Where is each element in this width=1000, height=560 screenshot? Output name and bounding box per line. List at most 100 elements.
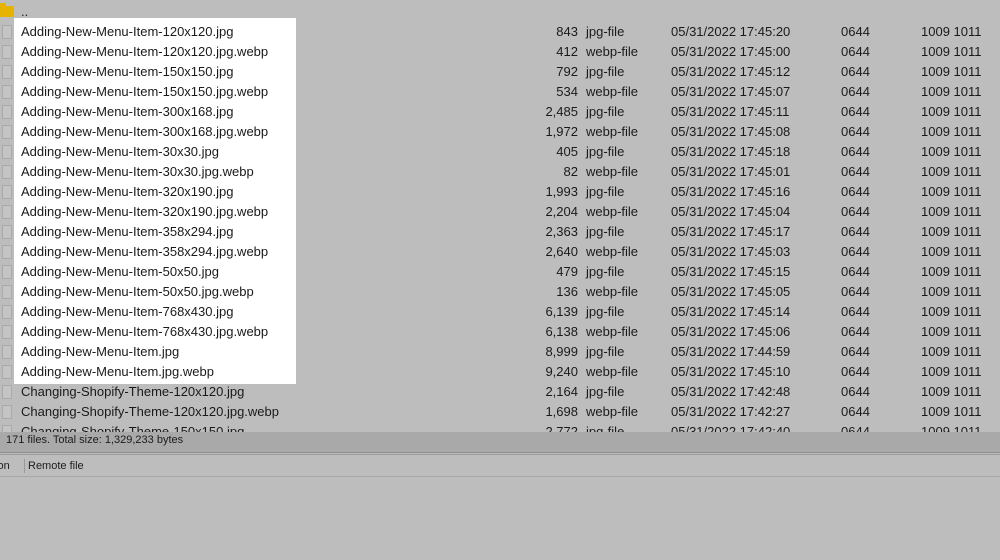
file-modified: 05/31/2022 17:45:12 bbox=[671, 64, 791, 79]
status-bar: 171 files. Total size: 1,329,233 bytes bbox=[0, 432, 1000, 452]
file-size: 1,972 bbox=[545, 124, 578, 139]
file-type: webp-file bbox=[586, 364, 639, 379]
file-name: Adding-New-Menu-Item-300x168.jpg bbox=[21, 104, 234, 119]
file-permissions: 0644 bbox=[841, 104, 870, 119]
file-modified: 05/31/2022 17:45:00 bbox=[671, 44, 791, 59]
file-type: webp-file bbox=[586, 244, 639, 259]
parent-directory-label: .. bbox=[21, 4, 29, 19]
file-modified: 05/31/2022 17:45:07 bbox=[671, 84, 791, 99]
file-name: Adding-New-Menu-Item-320x190.jpg.webp bbox=[21, 204, 269, 219]
file-row[interactable]: Changing-Shopify-Theme-120x120.jpg 2,164 j… bbox=[0, 382, 1000, 402]
file-icon bbox=[2, 405, 12, 419]
queue-column-remote-file[interactable]: Remote file bbox=[28, 456, 84, 476]
file-name: Adding-New-Menu-Item-50x50.jpg bbox=[21, 264, 219, 279]
file-row[interactable]: Adding-New-Menu-Item-320x190.jpg.webp 2,2… bbox=[0, 202, 1000, 222]
file-name: Adding-New-Menu-Item.jpg.webp bbox=[21, 364, 214, 379]
file-modified: 05/31/2022 17:42:48 bbox=[671, 384, 791, 399]
file-icon bbox=[2, 385, 12, 399]
parent-directory-row[interactable]: .. bbox=[0, 2, 1000, 22]
file-type: jpg-file bbox=[586, 344, 625, 359]
file-modified: 05/31/2022 17:45:17 bbox=[671, 224, 791, 239]
file-type: jpg-file bbox=[586, 264, 625, 279]
status-text: 171 files. Total size: 1,329,233 bytes bbox=[6, 434, 184, 446]
file-name: Adding-New-Menu-Item-768x430.jpg bbox=[21, 304, 234, 319]
file-size: 534 bbox=[556, 84, 578, 99]
file-modified: 05/31/2022 17:45:01 bbox=[671, 164, 791, 179]
file-size: 9,240 bbox=[545, 364, 578, 379]
file-size: 2,164 bbox=[545, 384, 578, 399]
remote-file-list[interactable]: .. Adding-New-Menu-Item-120x120.jpg 843 jp… bbox=[0, 0, 1000, 432]
file-row[interactable]: Adding-New-Menu-Item-30x30.jpg.webp 82 web… bbox=[0, 162, 1000, 182]
file-modified: 05/31/2022 17:45:06 bbox=[671, 324, 791, 339]
file-icon bbox=[2, 105, 12, 119]
file-icon bbox=[2, 165, 12, 179]
transfer-queue-header: tion Remote file bbox=[0, 456, 1000, 477]
file-row[interactable]: Adding-New-Menu-Item-768x430.jpg 6,139 jpg… bbox=[0, 302, 1000, 322]
file-owner-group: 1009 1011 bbox=[921, 184, 982, 199]
file-owner-group: 1009 1011 bbox=[921, 204, 982, 219]
file-icon bbox=[2, 325, 12, 339]
file-row[interactable]: Adding-New-Menu-Item-150x150.jpg.webp 534… bbox=[0, 82, 1000, 102]
file-row[interactable]: Adding-New-Menu-Item.jpg 8,999 jpg-file 05/… bbox=[0, 342, 1000, 362]
pane-divider[interactable] bbox=[0, 452, 1000, 453]
file-icon bbox=[2, 205, 12, 219]
file-row[interactable]: Adding-New-Menu-Item-50x50.jpg.webp 136 we… bbox=[0, 282, 1000, 302]
file-owner-group: 1009 1011 bbox=[921, 44, 982, 59]
file-row[interactable]: Changing-Shopify-Theme-120x120.jpg.webp 1… bbox=[0, 402, 1000, 422]
file-type: jpg-file bbox=[586, 424, 625, 432]
file-icon bbox=[2, 125, 12, 139]
file-owner-group: 1009 1011 bbox=[921, 404, 982, 419]
file-row[interactable]: Adding-New-Menu-Item-120x120.jpg.webp 412… bbox=[0, 42, 1000, 62]
file-owner-group: 1009 1011 bbox=[921, 324, 982, 339]
file-row[interactable]: Adding-New-Menu-Item-358x294.jpg.webp 2,6… bbox=[0, 242, 1000, 262]
file-type: jpg-file bbox=[586, 64, 625, 79]
file-icon bbox=[2, 345, 12, 359]
file-size: 2,772 bbox=[545, 424, 578, 432]
file-name: Adding-New-Menu-Item-120x120.jpg bbox=[21, 24, 234, 39]
file-row[interactable]: Adding-New-Menu-Item-50x50.jpg 479 jpg-fil… bbox=[0, 262, 1000, 282]
file-type: jpg-file bbox=[586, 224, 625, 239]
file-type: jpg-file bbox=[586, 144, 625, 159]
file-row[interactable]: Adding-New-Menu-Item.jpg.webp 9,240 webp-f… bbox=[0, 362, 1000, 382]
file-modified: 05/31/2022 17:42:40 bbox=[671, 424, 791, 432]
file-permissions: 0644 bbox=[841, 364, 870, 379]
file-icon bbox=[2, 265, 12, 279]
file-name: Adding-New-Menu-Item-120x120.jpg.webp bbox=[21, 44, 269, 59]
file-name: Adding-New-Menu-Item-150x150.jpg.webp bbox=[21, 84, 269, 99]
file-row[interactable]: Adding-New-Menu-Item-768x430.jpg.webp 6,1… bbox=[0, 322, 1000, 342]
file-owner-group: 1009 1011 bbox=[921, 224, 982, 239]
file-type: webp-file bbox=[586, 84, 639, 99]
file-icon bbox=[2, 305, 12, 319]
file-icon bbox=[2, 365, 12, 379]
file-row[interactable]: Adding-New-Menu-Item-300x168.jpg.webp 1,9… bbox=[0, 122, 1000, 142]
file-size: 2,363 bbox=[545, 224, 578, 239]
file-permissions: 0644 bbox=[841, 344, 870, 359]
file-type: jpg-file bbox=[586, 304, 625, 319]
file-owner-group: 1009 1011 bbox=[921, 164, 982, 179]
file-permissions: 0644 bbox=[841, 224, 870, 239]
file-size: 6,139 bbox=[545, 304, 578, 319]
file-type: webp-file bbox=[586, 324, 639, 339]
file-icon bbox=[2, 185, 12, 199]
file-owner-group: 1009 1011 bbox=[921, 84, 982, 99]
file-modified: 05/31/2022 17:45:05 bbox=[671, 284, 791, 299]
file-permissions: 0644 bbox=[841, 24, 870, 39]
queue-column-direction[interactable]: tion bbox=[0, 456, 10, 476]
file-row[interactable]: Adding-New-Menu-Item-320x190.jpg 1,993 jpg… bbox=[0, 182, 1000, 202]
file-permissions: 0644 bbox=[841, 264, 870, 279]
file-icon bbox=[2, 45, 12, 59]
file-permissions: 0644 bbox=[841, 244, 870, 259]
file-icon bbox=[2, 25, 12, 39]
file-row[interactable]: Changing-Shopify-Theme-150x150.jpg 2,772 j… bbox=[0, 422, 1000, 432]
file-type: webp-file bbox=[586, 404, 639, 419]
file-type: jpg-file bbox=[586, 184, 625, 199]
file-row[interactable]: Adding-New-Menu-Item-150x150.jpg 792 jpg-f… bbox=[0, 62, 1000, 82]
file-permissions: 0644 bbox=[841, 284, 870, 299]
file-owner-group: 1009 1011 bbox=[921, 284, 982, 299]
file-row[interactable]: Adding-New-Menu-Item-30x30.jpg 405 jpg-fil… bbox=[0, 142, 1000, 162]
file-row[interactable]: Adding-New-Menu-Item-300x168.jpg 2,485 jpg… bbox=[0, 102, 1000, 122]
file-row[interactable]: Adding-New-Menu-Item-120x120.jpg 843 jpg-f… bbox=[0, 22, 1000, 42]
file-modified: 05/31/2022 17:42:27 bbox=[671, 404, 791, 419]
file-row[interactable]: Adding-New-Menu-Item-358x294.jpg 2,363 jpg… bbox=[0, 222, 1000, 242]
file-name: Adding-New-Menu-Item-320x190.jpg bbox=[21, 184, 234, 199]
